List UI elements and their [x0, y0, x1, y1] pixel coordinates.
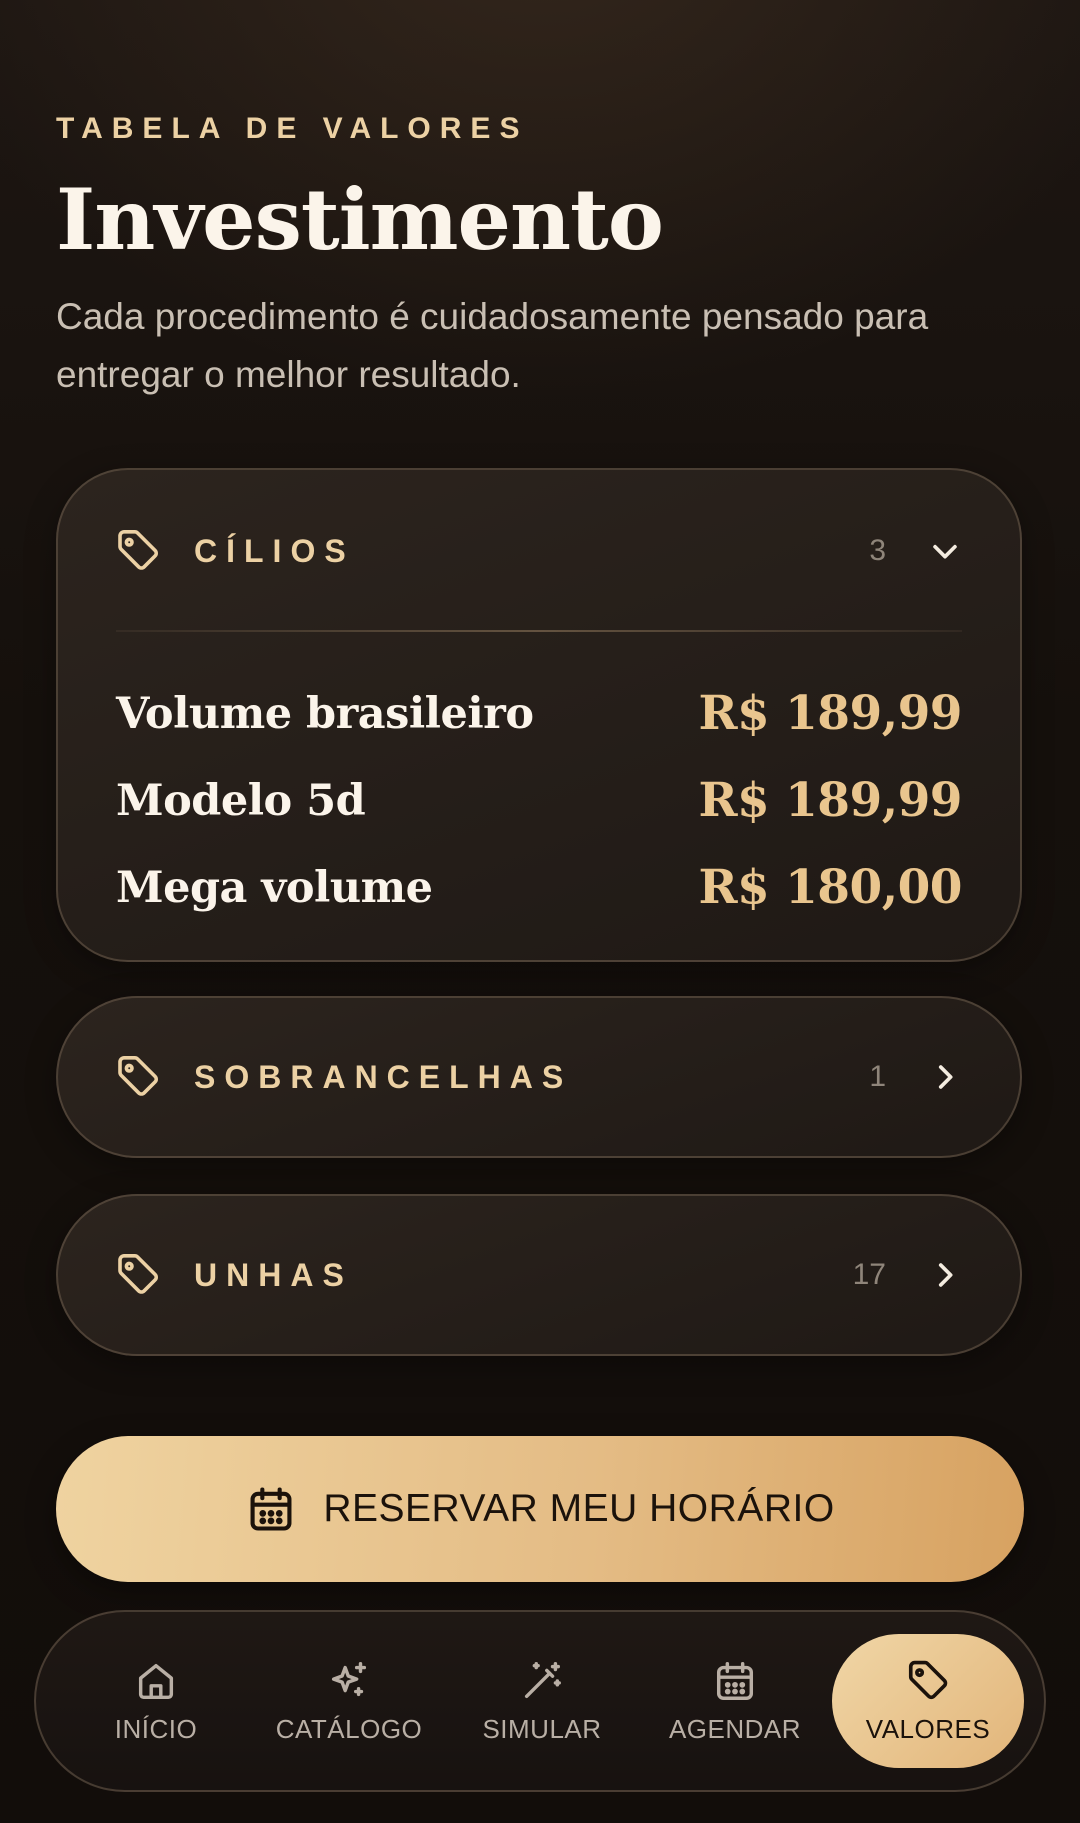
nav-label: VALORES — [865, 1713, 991, 1744]
service-name: Volume brasileiro — [116, 688, 534, 739]
category-count: 17 — [852, 1258, 886, 1291]
price-row: Modelo 5d R$ 189,99 — [116, 757, 962, 844]
nav-item-catalogo[interactable]: CATÁLOGO — [253, 1634, 445, 1768]
book-appointment-button[interactable]: RESERVAR MEU HORÁRIO — [56, 1436, 1024, 1582]
category-header-cilios[interactable]: CÍLIOS 3 — [58, 470, 1020, 632]
service-name: Mega volume — [116, 862, 433, 913]
service-price: R$ 180,00 — [698, 860, 962, 915]
book-appointment-label: RESERVAR MEU HORÁRIO — [323, 1487, 835, 1530]
nav-item-valores[interactable]: VALORES — [832, 1634, 1024, 1768]
tag-icon — [118, 530, 158, 570]
chevron-down-icon — [933, 544, 957, 559]
chevron-right-icon — [938, 1065, 953, 1089]
category-label: SOBRANCELHAS — [194, 1058, 573, 1095]
nav-item-simular[interactable]: SIMULAR — [446, 1634, 638, 1768]
category-card-unhas[interactable]: UNHAS 17 — [56, 1194, 1022, 1356]
tag-icon — [118, 1254, 158, 1294]
sparkles-icon — [331, 1661, 367, 1696]
nav-label: INÍCIO — [114, 1713, 198, 1744]
category-count: 1 — [869, 1060, 886, 1093]
price-row: Volume brasileiro R$ 189,99 — [116, 670, 962, 757]
price-row: Mega volume R$ 180,00 — [116, 844, 962, 931]
category-label: CÍLIOS — [194, 532, 355, 569]
calendar-icon — [250, 1487, 292, 1531]
service-price: R$ 189,99 — [698, 773, 962, 828]
category-card-cilios: CÍLIOS 3 Volume brasileiro R$ 189,99 Mod… — [56, 468, 1022, 962]
tag-icon — [118, 1056, 158, 1096]
page-subtitle: Cada procedimento é cuidadosamente pensa… — [56, 296, 929, 395]
eyebrow-label: TABELA DE VALORES — [56, 112, 529, 145]
nav-label: SIMULAR — [482, 1713, 602, 1744]
category-header-unhas[interactable]: UNHAS 17 — [58, 1196, 1020, 1354]
tag-icon — [908, 1660, 948, 1699]
price-list: Volume brasileiro R$ 189,99 Modelo 5d R$… — [116, 670, 962, 931]
category-count: 3 — [869, 534, 886, 567]
nav-item-agendar[interactable]: AGENDAR — [639, 1634, 831, 1768]
page-title: Investimento — [56, 170, 664, 269]
category-label: UNHAS — [194, 1256, 353, 1293]
home-icon — [138, 1663, 174, 1699]
bottom-navigation: INÍCIO CATÁLOGO SIMULAR AGENDAR VALORES — [34, 1610, 1046, 1792]
nav-label: CATÁLOGO — [275, 1713, 423, 1744]
magic-wand-icon — [524, 1661, 561, 1698]
category-card-sobrancelhas[interactable]: SOBRANCELHAS 1 — [56, 996, 1022, 1158]
calendar-icon — [716, 1661, 754, 1700]
service-price: R$ 189,99 — [698, 686, 962, 741]
card-divider — [116, 630, 962, 632]
chevron-right-icon — [938, 1263, 953, 1287]
nav-item-inicio[interactable]: INÍCIO — [60, 1634, 252, 1768]
nav-label: AGENDAR — [668, 1713, 802, 1744]
service-name: Modelo 5d — [116, 775, 366, 826]
category-header-sobrancelhas[interactable]: SOBRANCELHAS 1 — [58, 998, 1020, 1156]
